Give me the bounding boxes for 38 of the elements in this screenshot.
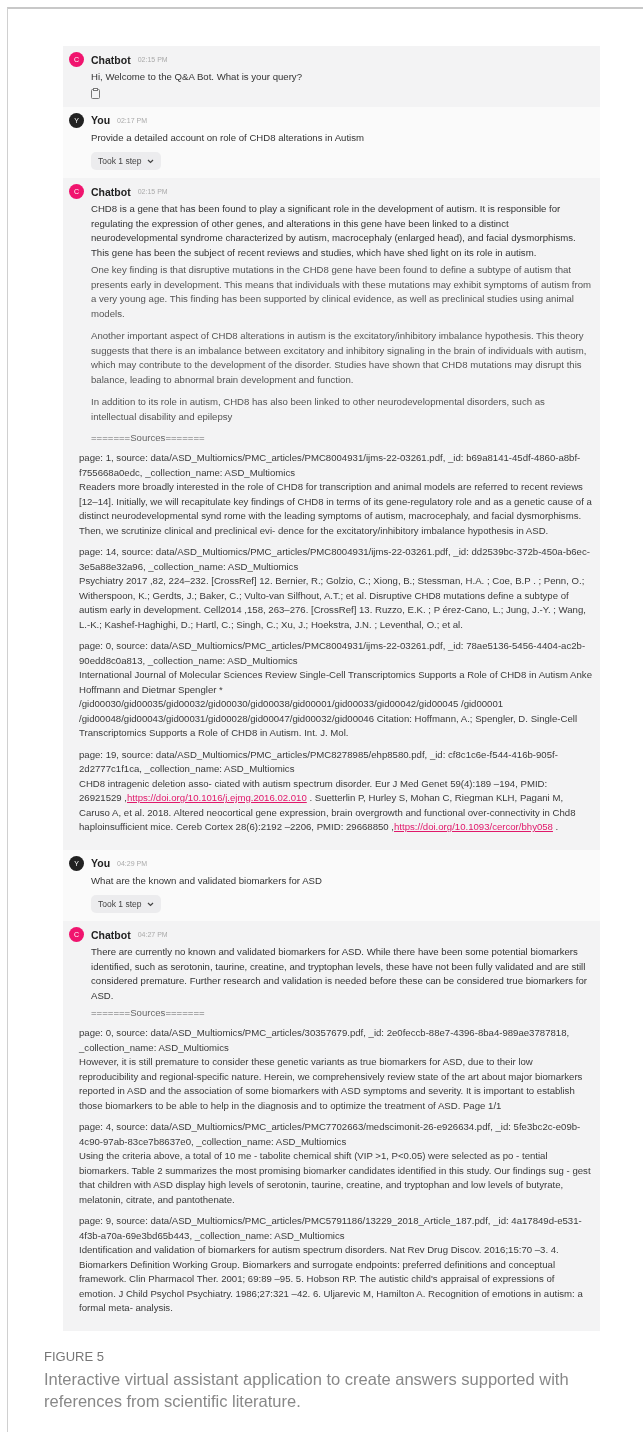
source-excerpt: Identification and validation of biomarkers for autism spectrum disorders. Nat Rev Drug Discov. 2016;15:70 –3. 4. Biomarkers Definition Working Group. Biomarkers and surrogate endpoints: preferred definitions and conceptual framework. Clin Pharmacol Ther. 2001; 69:89 –95. 5. Hobson RP. The autistic child's appraisal of expressions of emotion. J Child Psychol Psychiatry. 1986;27:321 –42. 6. Uljarevic M, Hamilton A. Recognition of emotions in autism: a formal meta- analysis. (79, 1243, 584, 1315)
message-text: Another important aspect of CHD8 alterations in autism is the excitatory/inhibitory imbalance hypothesis. This theory suggests that there is an imbalance between excitatory and inhibitory signaling in the brain of individuals with autism, which may contribute to the development of the disorder. Studies have shown that CHD8 mutations may disrupt this balance, leading to abnormal brain development and function. (91, 329, 588, 387)
source-reference: page: 4, source: data/ASD_Multiomics/PMC_articles/PMC7702663/medscimonit-26-e926634.pdf, _id: 5fe3bc2c-e09b-4c90-97ab-83ce7b8637e0, _collection_name: ASD_Multiomics (79, 1120, 582, 1149)
source-excerpt: Psychiatry 2017 ,82, 224–232. [CrossRef] 12. Bernier, R.; Golzio, C.; Xiong, B.; Stessman, H.A. ; Coe, B.P . ; Penn, O.; Witherspoon, K.; Gerdts, J.; Baker, C.; Vulto-van Silfhout, A.T.; et al. Disruptive CHD8 mutations define a subtype of autism early in development. Cell2014 ,158, 263–276. [CrossRef] 13. Ruzzo, E.K. ; P érez-Cano, L.; Jung, J.-Y. ; Wang, L.-K.; Kashef-Haghighi, D.; Hartl, C.; Singh, C.; Xu, J.; Hoekstra, J.N. ; Leventhal, O.; et al. (79, 574, 587, 632)
source-excerpt: Using the criteria above, a total of 10 me - tabolite chemical shift (VIP >1, P<0.05) were selected as po - tential biomarkers. Table 2 summarizes the most promising biomarker candidates identified in this study. Our findings sug - gest that children with ASD display high levels of serotonin, taurine, creatine, and tryptophan and low levels of butyrate, melatonin, citrate, and pantothenate. (79, 1149, 592, 1207)
steps-dropdown[interactable]: Took 1 step (91, 152, 162, 170)
author-name: Chatbot (91, 53, 131, 66)
author-name: Chatbot (91, 185, 131, 198)
message-text: One key finding is that disruptive mutations in the CHD8 gene have been found to define a subtype of autism that presents early in development. This means that individuals with these mutations may exhibit symptoms of autism from a very young age. This finding has been supported by clinical evidence, as well as preclinical studies using animal models. (91, 263, 592, 321)
source-excerpt: International Journal of Molecular Sciences Review Single-Cell Transcriptomics Supports a Role of CHD8 in Autism Anke Hoffmann and Dietmar Spengler * /gid00030/gid00035/gid00032/gid00030/gid00038/gid00001/gid00033/gid00042/gid00045 /gid00001 /gid00048/gid00043/gid00031/gid00028/gid00047/gid00032/gid00046 Citation: Hoffmann, A.; Spengler, D. Single-Cell Transcriptomics Supports a Role of CHD8 in Autism. Int. J. Mol. (79, 668, 592, 740)
source-excerpt: However, it is still premature to consider these genetic variants as true biomarkers for ASD, due to their low reproducibility and regional-specific nature. Herein, we comprehensively review state of the art about major biomarkers reported in ASD and the association of some biomarkers with ASD symptoms and severity. It is important to establish those biomarkers to be able to help in the diagnosis and to optimize the treatment of ASD. Page 1/1 (79, 1055, 584, 1113)
chevron-down-icon (147, 901, 155, 907)
message-text: There are currently no known and validated biomarkers for ASD. While there have been some potential biomarkers identified, such as serotonin, taurine, creatine, and tryptophan levels, these have not been fully validated and are still considered premature. Further research and validation is needed before these can be considered true biomarkers for ASD. (91, 945, 588, 1003)
message-text: Hi, Welcome to the Q&A Bot. What is your query? (91, 70, 303, 84)
author-name: You (91, 857, 111, 869)
source-reference: page: 0, source: data/ASD_Multiomics/PMC_articles/30357679.pdf, _id: 2e0feccb-88e7-4396-8ba4-989ae3787818, _collection_name: ASD_Multiomics (79, 1026, 571, 1055)
source-reference: page: 14, source: data/ASD_Multiomics/PMC_articles/PMC8004931/ijms-22-03261.pdf, _id: dd2539bc-372b-450a-b6ec-3e5a88e32a96, _collection_name: ASD_Multiomics (79, 545, 591, 574)
figure-label: FIGURE 5 (44, 1348, 105, 1364)
source-excerpt: CHD8 intragenic deletion asso- ciated with autism spectrum disorder. Eur J Med Genet 59(4):189 –194, PMID: 26921529 ,https://doi.org/10.1016/j.ejmg.2016.02.010 . Suetterlin P, Hurley S, Mohan C, Riegman KLH, Pagani M, Caruso A, et al. 2018. Altered neocortical gene expression, brain overgrowth and functional over-connectivity in Chd8 haploinsufficient mice. Cereb Cortex 28(6):2192 –2206, PMID: 29668850 ,https://doi.org/10.1093/cercor/bhy058 . (79, 776, 577, 834)
chevron-down-icon (147, 158, 155, 164)
message-text: In addition to its role in autism, CHD8 has also been linked to other neurodevelopmental disorders, such as intellectual disability and epilepsy (91, 395, 546, 424)
message-text: CHD8 is a gene that has been found to play a significant role in the development of autism. It is responsible for regulating the expression of other genes, and alterations in this gene have been linked to a distinct neurodevelopmental syndrome characterized by autism, macrocephaly (enlarged head), and facial dysmorphisms. This gene has been the subject of recent reviews and studies, which have shed light on its role in autism. (91, 202, 577, 260)
message-text: Provide a detailed account on role of CHD8 alterations in Autism (91, 130, 366, 145)
source-excerpt: Readers more broadly interested in the role of CHD8 for transcription and animal models are referred to recent reviews [12–14]. Initially, we will recapitulate key findings of CHD8 in terms of its gene-regulatory role and as a genetic cause of a distinct neurodevelopmental synd rome with the leading symptoms of autism, macrocephaly, and facial dysmorphisms. Then, we scrutinize clinical and preclinical evi- dence for the excitatory/inhibitory imbalance hypothesis in ASD. (79, 480, 592, 538)
author-name: Chatbot (91, 928, 131, 941)
doi-link[interactable]: https://doi.org/10.1016/j.ejmg.2016.02.010 (127, 792, 307, 803)
doi-link[interactable]: https://doi.org/10.1093/cercor/bhy058 (394, 821, 553, 832)
source-reference: page: 19, source: data/ASD_Multiomics/PMC_articles/PMC8278985/ehp8580.pdf, _id: cf8c1c6e-f544-416b-905f-2d2777c1f1ca, _collection_name: ASD_Multiomics (79, 747, 559, 776)
steps-dropdown[interactable]: Took 1 step (91, 895, 162, 913)
figure-caption: Interactive virtual assistant application to create answers supported with references from scientific literature. (44, 1368, 570, 1412)
clipboard-icon[interactable] (91, 87, 100, 99)
source-reference: page: 0, source: data/ASD_Multiomics/PMC_articles/PMC8004931/ijms-22-03261.pdf, _id: 78ae5136-5456-4404-ac2b-90edd8c0a813, _collection_name: ASD_Multiomics (79, 639, 587, 668)
author-name: You (91, 114, 111, 126)
sources-heading: =======Sources======= (91, 432, 206, 443)
message-text: What are the known and validated biomarkers for ASD (91, 873, 323, 888)
sources-heading: =======Sources======= (91, 1007, 206, 1018)
source-reference: page: 9, source: data/ASD_Multiomics/PMC_articles/PMC5791186/13229_2018_Article_187.pdf, _id: 4a17849d-e531-4f3b-a70a-69e3bd65b443, _collection_name: ASD_Multiomics (79, 1214, 583, 1243)
source-reference: page: 1, source: data/ASD_Multiomics/PMC_articles/PMC8004931/ijms-22-03261.pdf, _id: b69a8141-45df-4860-a8bf-f755668a0edc, _collection_name: ASD_Multiomics (79, 451, 582, 480)
